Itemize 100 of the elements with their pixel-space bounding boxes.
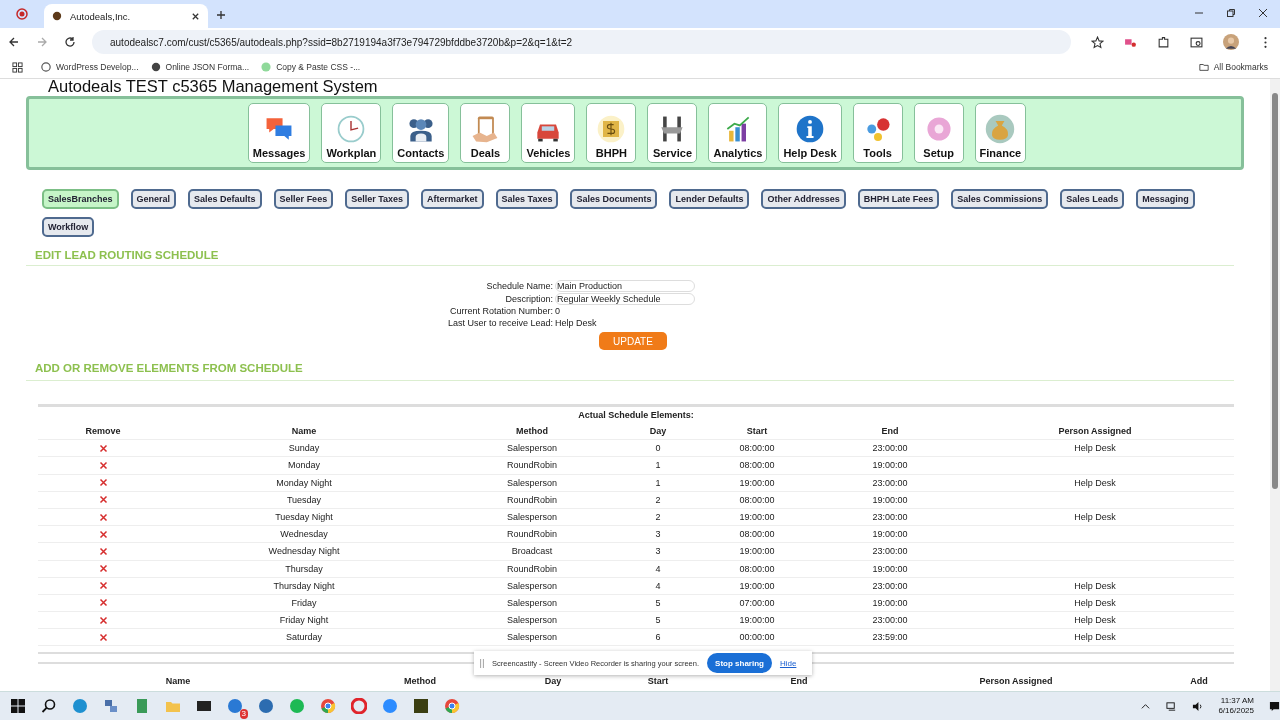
star-icon[interactable] xyxy=(1091,35,1104,49)
table-cell: Thursday xyxy=(285,563,323,574)
folder-icon xyxy=(1198,62,1209,72)
nav-button[interactable]: Messages xyxy=(247,103,311,163)
subtab[interactable]: Sales Taxes xyxy=(495,189,559,209)
puzzle-icon[interactable] xyxy=(1157,35,1170,49)
close-icon[interactable] xyxy=(191,11,200,21)
subtab[interactable]: Aftermarket xyxy=(421,189,484,209)
remove-icon[interactable] xyxy=(98,460,108,470)
table-cell: 1 xyxy=(655,477,661,488)
search-icon[interactable] xyxy=(1190,35,1203,49)
table-cell: 5 xyxy=(655,615,661,626)
clock[interactable]: 11:37 AM 6/16/2025 xyxy=(1218,696,1254,716)
remove-icon[interactable] xyxy=(98,564,108,574)
restore-icon[interactable] xyxy=(1226,8,1236,18)
column-header: Start xyxy=(746,426,768,437)
remove-icon[interactable] xyxy=(98,632,108,642)
column-header: Day xyxy=(649,426,667,437)
back-icon[interactable] xyxy=(8,36,20,48)
nav-button[interactable]: BHPH xyxy=(586,103,637,163)
remove-icon[interactable] xyxy=(98,529,108,539)
browser-tab[interactable]: Autodeals,Inc. xyxy=(44,4,208,28)
subtab[interactable]: General xyxy=(130,189,177,209)
nav-button[interactable]: Analytics xyxy=(708,103,768,163)
column-header: Person Assigned xyxy=(979,675,1053,686)
globe-icon xyxy=(150,62,161,72)
nav-button[interactable]: Workplan xyxy=(321,103,382,163)
network-icon[interactable] xyxy=(1166,700,1178,712)
subtab[interactable]: Sales Commissions xyxy=(951,189,1049,209)
subtab[interactable]: Sales Defaults xyxy=(188,189,262,209)
nav-button[interactable]: Setup xyxy=(913,103,964,163)
table-cell: 08:00:00 xyxy=(739,460,775,471)
windows-icon[interactable] xyxy=(10,698,26,714)
subtab[interactable]: SalesBranches xyxy=(42,189,119,209)
table-cell: Salesperson xyxy=(506,597,557,608)
drag-handle-icon[interactable] xyxy=(480,658,484,668)
table-cell: Wednesday Night xyxy=(268,546,340,557)
bookmark[interactable]: Online JSON Forma... xyxy=(150,62,250,72)
subtab[interactable]: Sales Documents xyxy=(570,189,658,209)
table-cell: Monday Night xyxy=(276,477,332,488)
subtab[interactable]: Messaging xyxy=(1136,189,1195,209)
bookmark[interactable]: Copy & Paste CSS -... xyxy=(261,62,361,72)
reload-icon[interactable] xyxy=(64,36,76,48)
table-cell: 19:00:00 xyxy=(739,580,775,591)
nav-button[interactable]: Tools xyxy=(852,103,903,163)
apps-icon[interactable] xyxy=(12,61,23,73)
scrollbar[interactable] xyxy=(1270,79,1280,691)
nav-button[interactable]: Deals xyxy=(460,103,511,163)
remove-icon[interactable] xyxy=(98,512,108,522)
table-cell: Thursday Night xyxy=(273,580,335,591)
remove-icon[interactable] xyxy=(98,495,108,505)
remove-icon[interactable] xyxy=(98,598,108,608)
table-cell: Salesperson xyxy=(506,632,557,643)
column-header: Name xyxy=(291,426,317,437)
hide-link[interactable]: Hide xyxy=(779,658,797,668)
address-bar[interactable]: autodealsc7.com/cust/c5365/autodeals.php?ssid=8b2719194a3f73e794729bfddbe3720b&p=2&q=1&t=2 xyxy=(92,30,1071,54)
subtab[interactable]: Other Addresses xyxy=(761,189,846,209)
table-cell: 19:00:00 xyxy=(872,563,908,574)
app-icon[interactable] xyxy=(413,698,429,714)
nav-button[interactable]: Vehicles xyxy=(521,103,576,163)
circle-icon xyxy=(261,62,272,72)
subtab[interactable]: Lender Defaults xyxy=(669,189,750,209)
table-cell: Salesperson xyxy=(506,443,557,454)
speaker-icon[interactable] xyxy=(1192,700,1204,712)
table-cell: RoundRobin xyxy=(506,529,557,540)
table-caption: Actual Schedule Elements: xyxy=(38,404,1234,423)
app-icon[interactable] xyxy=(196,698,212,714)
bookmark[interactable]: WordPress Develop... xyxy=(41,62,139,72)
remove-icon[interactable] xyxy=(98,546,108,556)
subtab[interactable]: Seller Taxes xyxy=(345,189,409,209)
nav-button[interactable]: Help Desk xyxy=(778,103,842,163)
column-header: Start xyxy=(647,675,669,686)
subtab[interactable]: Sales Leads xyxy=(1060,189,1125,209)
nav-button[interactable]: Finance xyxy=(974,103,1027,163)
stop-sharing-button[interactable]: Stop sharing xyxy=(707,653,772,673)
notification-icon[interactable] xyxy=(1269,700,1280,712)
nav-button[interactable]: Contacts xyxy=(392,103,450,163)
avatar-icon[interactable] xyxy=(1223,34,1239,50)
table-cell: Help Desk xyxy=(1074,580,1116,591)
subtab[interactable]: Workflow xyxy=(42,217,95,237)
nav-button[interactable]: Service xyxy=(647,103,698,163)
remove-icon[interactable] xyxy=(98,581,108,591)
subtab[interactable]: Seller Fees xyxy=(273,189,334,209)
table-cell: Monday xyxy=(288,460,320,471)
remove-icon[interactable] xyxy=(98,478,108,488)
column-header: End xyxy=(881,426,899,437)
subtab[interactable]: BHPH Late Fees xyxy=(857,189,940,209)
new-tab-icon[interactable] xyxy=(216,10,226,20)
remove-icon[interactable] xyxy=(98,443,108,453)
field-value: Help Desk xyxy=(555,317,598,329)
all-bookmarks[interactable]: All Bookmarks xyxy=(1198,62,1268,72)
table-cell: 00:00:00 xyxy=(739,632,775,643)
table-cell: 19:00:00 xyxy=(872,460,908,471)
close-icon[interactable] xyxy=(1258,8,1268,18)
search-icon[interactable] xyxy=(41,698,57,714)
remove-icon[interactable] xyxy=(98,615,108,625)
table-cell: Sunday xyxy=(288,443,320,454)
table-cell: 0 xyxy=(655,443,661,454)
table-cell: 19:00:00 xyxy=(872,494,908,505)
table-cell: 23:00:00 xyxy=(872,512,908,523)
